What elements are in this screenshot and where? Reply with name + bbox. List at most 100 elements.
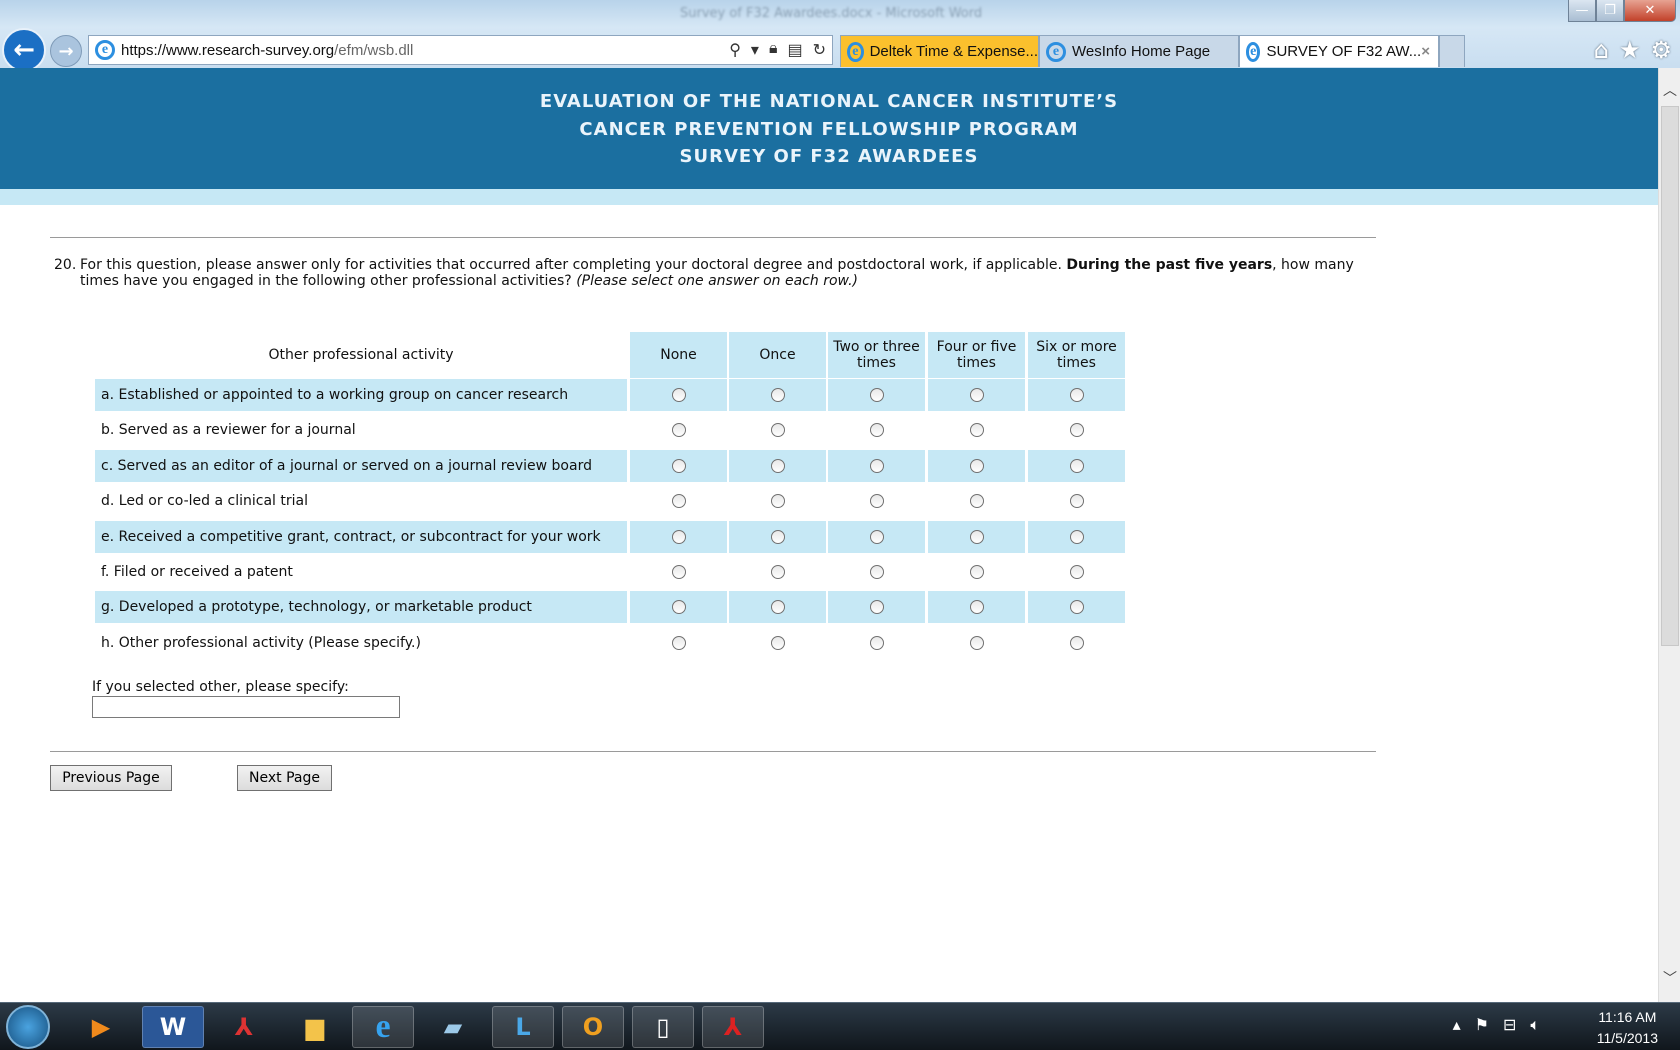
radio-button[interactable] (869, 529, 884, 544)
back-button[interactable]: ← (2, 28, 46, 72)
radio-button[interactable] (671, 388, 686, 402)
radio-button[interactable] (869, 635, 884, 650)
answer-cell (630, 414, 727, 446)
radio-button[interactable] (1069, 565, 1084, 579)
radio-button[interactable] (969, 423, 984, 438)
radio-button[interactable] (770, 423, 785, 438)
network-icon[interactable]: ⊟ (1503, 1015, 1516, 1035)
word-icon[interactable]: W (142, 1006, 204, 1048)
radio-button[interactable] (671, 458, 686, 473)
answer-cell (1028, 414, 1125, 446)
previous-page-button[interactable]: Previous Page (50, 765, 172, 791)
system-tray: ▴ ⚑ ⊟ 🔈︎ (1453, 1015, 1540, 1035)
lync-icon[interactable]: L (492, 1006, 554, 1048)
radio-button[interactable] (869, 388, 884, 402)
radio-button[interactable] (969, 388, 984, 402)
radio-button[interactable] (770, 529, 785, 544)
minimize-button[interactable]: — (1568, 0, 1596, 22)
radio-button[interactable] (671, 565, 686, 579)
vertical-scrollbar[interactable]: ︿ ﹀ (1658, 68, 1680, 1002)
answer-cell (828, 520, 925, 553)
radio-button[interactable] (1069, 423, 1084, 438)
radio-button[interactable] (671, 529, 686, 544)
radio-button[interactable] (1069, 458, 1084, 473)
adobe-reader-icon[interactable]: ⅄ (702, 1006, 764, 1048)
radio-button[interactable] (869, 494, 884, 509)
radio-button[interactable] (969, 458, 984, 473)
answer-cell (729, 520, 826, 553)
scroll-down-arrow-icon[interactable]: ﹀ (1659, 968, 1680, 990)
radio-button[interactable] (1069, 600, 1084, 615)
radio-button[interactable] (969, 529, 984, 544)
next-page-button[interactable]: Next Page (237, 765, 332, 791)
radio-button[interactable] (969, 635, 984, 650)
radio-button[interactable] (1069, 635, 1084, 650)
answer-cell (630, 591, 727, 624)
answer-cell (828, 485, 925, 517)
answer-cell (729, 556, 826, 588)
radio-button[interactable] (770, 494, 785, 509)
close-window-button[interactable]: ✕ (1624, 0, 1676, 22)
blank-document-icon[interactable]: ▯ (632, 1006, 694, 1048)
tab-deltek[interactable]: e Deltek Time & Expense... (840, 35, 1039, 67)
media-player-icon[interactable]: ▶ (70, 1006, 132, 1048)
radio-button[interactable] (770, 600, 785, 615)
url-path: /efm/wsb.dll (334, 41, 414, 59)
radio-button[interactable] (869, 423, 884, 438)
radio-button[interactable] (671, 635, 686, 650)
restore-button[interactable]: ❐ (1596, 0, 1624, 22)
radio-button[interactable] (671, 423, 686, 438)
radio-button[interactable] (969, 600, 984, 615)
settings-gear-icon[interactable]: ⚙ (1650, 36, 1672, 64)
action-center-flag-icon[interactable]: ⚑ (1475, 1015, 1489, 1035)
radio-button[interactable] (671, 494, 686, 509)
lock-icon[interactable]: 🔒︎ (769, 40, 778, 60)
radio-button[interactable] (869, 565, 884, 579)
window-title: Survey of F32 Awardees.docx - Microsoft … (680, 6, 983, 21)
divider-bottom (50, 751, 1376, 752)
outlook-icon[interactable]: O (562, 1006, 624, 1048)
specify-other-input[interactable] (92, 696, 400, 718)
radio-button[interactable] (770, 565, 785, 579)
column-header: Once (729, 332, 826, 378)
radio-button[interactable] (869, 458, 884, 473)
dropdown-icon[interactable]: ▾ (751, 40, 759, 60)
radio-button[interactable] (1069, 388, 1084, 402)
volume-icon[interactable]: 🔈︎ (1530, 1015, 1540, 1035)
radio-button[interactable] (969, 494, 984, 509)
file-explorer-icon[interactable]: ▆ (284, 1006, 346, 1048)
close-tab-icon[interactable]: × (1421, 43, 1430, 60)
radio-button[interactable] (671, 600, 686, 615)
search-icon[interactable]: ⚲ (729, 40, 741, 60)
table-row: b. Served as a reviewer for a journal (95, 414, 1126, 446)
address-bar[interactable]: e https://www.research-survey.org/efm/ws… (88, 35, 833, 65)
show-hidden-icons-icon[interactable]: ▴ (1453, 1015, 1461, 1035)
url-text[interactable]: https://www.research-survey.org/efm/wsb.… (121, 42, 413, 59)
notepad-icon[interactable]: ▰ (422, 1006, 484, 1048)
start-button[interactable] (6, 1005, 50, 1049)
new-tab-button[interactable] (1439, 35, 1465, 67)
refresh-icon[interactable]: ↻ (813, 40, 826, 60)
tab-wesinfo[interactable]: e WesInfo Home Page (1039, 35, 1239, 67)
row-label: b. Served as a reviewer for a journal (101, 422, 356, 439)
radio-button[interactable] (770, 635, 785, 650)
radio-button[interactable] (770, 388, 785, 402)
radio-button[interactable] (869, 600, 884, 615)
acrobat-icon[interactable]: ⅄ (213, 1006, 275, 1048)
clock[interactable]: 11:16 AM 11/5/2013 (1597, 1007, 1658, 1049)
radio-button[interactable] (770, 458, 785, 473)
scroll-up-arrow-icon[interactable]: ︿ (1659, 80, 1680, 102)
home-icon[interactable]: ⌂ (1594, 36, 1609, 64)
answer-cell (928, 485, 1025, 517)
radio-button[interactable] (969, 565, 984, 579)
radio-button[interactable] (1069, 529, 1084, 544)
favorites-star-icon[interactable]: ★ (1619, 36, 1641, 64)
internet-explorer-icon[interactable]: e (352, 1006, 414, 1048)
forward-button[interactable]: → (50, 35, 82, 67)
tab-survey[interactable]: e SURVEY OF F32 AW... × (1239, 35, 1439, 67)
answer-cell (828, 556, 925, 588)
compatibility-icon[interactable]: ▤ (787, 40, 802, 60)
radio-button[interactable] (1069, 494, 1084, 509)
scrollbar-thumb[interactable] (1661, 106, 1679, 646)
answer-cell (828, 627, 925, 659)
